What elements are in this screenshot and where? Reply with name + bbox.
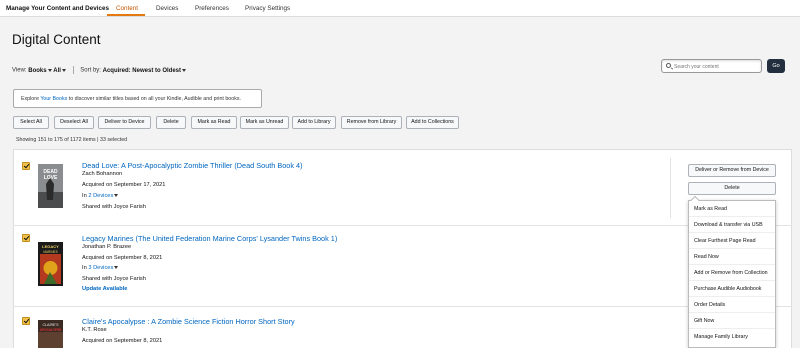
svg-text:APOCALYPSE: APOCALYPSE [40, 328, 62, 332]
menu-item-download-usb[interactable]: Download & transfer via USB [689, 217, 775, 233]
item-shared-with: Shared with Joyce Farish [82, 204, 146, 210]
search-box[interactable] [661, 59, 762, 73]
update-available-link[interactable]: Update Available [82, 286, 127, 292]
tab-devices[interactable]: Devices [156, 5, 178, 12]
item-devices: In 2 Devices [82, 193, 119, 199]
menu-item-clear-furthest-page[interactable]: Clear Furthest Page Read [689, 233, 775, 249]
view-value: Books [28, 67, 47, 74]
devices-link[interactable]: 2 Devices [88, 193, 119, 199]
devices-count: 2 Devices [88, 193, 114, 199]
caret-down-icon [47, 68, 52, 72]
caret-down-icon [182, 68, 186, 72]
item-author: K.T. Rose [82, 327, 107, 333]
item-checkbox[interactable] [22, 234, 30, 242]
item-title-link[interactable]: Claire's Apocalypse : A Zombie Science F… [82, 317, 295, 326]
svg-text:LEGACY: LEGACY [42, 244, 59, 249]
menu-item-manage-family-library[interactable]: Manage Family Library [689, 329, 775, 345]
filter-dropdown[interactable]: All [53, 68, 66, 74]
item-author: Jonathan P. Brazee [82, 244, 132, 250]
item-acquired-date: Acquired on September 8, 2021 [82, 338, 163, 344]
menu-item-order-details[interactable]: Order Details [689, 297, 775, 313]
brand-title: Manage Your Content and Devices [6, 5, 109, 12]
book-cover-image: CLAIRE'S APOCALYPSE [38, 320, 63, 348]
top-navigation: Manage Your Content and Devices Content … [0, 0, 800, 17]
more-actions-menu: Mark as Read Download & transfer via USB… [688, 195, 776, 348]
caret-down-icon [114, 266, 119, 269]
view-sort-row: View: Books All Sort by: Acquired: Newes… [12, 66, 186, 74]
item-delete-button[interactable]: Delete [688, 182, 776, 195]
svg-text:MARINES: MARINES [43, 250, 58, 254]
menu-item-purchase-audiobook[interactable]: Purchase Audible Audiobook [689, 281, 775, 297]
caret-down-icon [61, 68, 66, 72]
menu-item-add-remove-collection[interactable]: Add or Remove from Collection [689, 265, 775, 281]
your-books-link[interactable]: Your Books [40, 96, 67, 102]
tab-preferences[interactable]: Preferences [195, 5, 229, 12]
search-input[interactable] [674, 62, 759, 71]
mark-as-read-button[interactable]: Mark as Read [191, 116, 237, 129]
info-suffix: to discover similar titles based on all … [67, 96, 241, 102]
item-checkbox[interactable] [22, 317, 30, 325]
deliver-or-remove-button[interactable]: Deliver or Remove from Device [688, 164, 776, 177]
menu-item-read-now[interactable]: Read Now [689, 249, 775, 265]
devices-link[interactable]: 3 Devices [88, 265, 119, 271]
filter-value: All [53, 67, 61, 74]
view-dropdown[interactable]: Books [28, 67, 52, 74]
sort-label: Sort by: [80, 67, 101, 74]
sort-value: Acquired: Newest to Oldest [102, 67, 181, 74]
item-checkbox[interactable] [22, 162, 30, 170]
mark-as-unread-button[interactable]: Mark as Unread [240, 116, 289, 129]
svg-text:LOVE: LOVE [44, 175, 58, 181]
row-divider [13, 225, 792, 226]
page-title: Digital Content [12, 32, 101, 47]
go-button[interactable]: Go [767, 59, 785, 73]
item-acquired-date: Acquired on September 17, 2021 [82, 182, 166, 188]
item-devices: In 3 Devices [82, 265, 119, 271]
active-tab-indicator [107, 14, 145, 16]
column-divider [670, 158, 671, 218]
tab-content[interactable]: Content [116, 5, 138, 12]
caret-down-icon [114, 194, 119, 197]
svg-text:CLAIRE'S: CLAIRE'S [42, 323, 59, 327]
tab-privacy-settings[interactable]: Privacy Settings [245, 5, 290, 12]
devices-count: 3 Devices [88, 265, 114, 271]
search-icon [666, 63, 671, 68]
item-author: Zach Bohannon [82, 171, 123, 177]
item-title-link[interactable]: Legacy Marines (The United Federation Ma… [82, 234, 337, 243]
menu-item-mark-as-read[interactable]: Mark as Read [689, 201, 775, 217]
select-all-button[interactable]: Select All [13, 116, 49, 129]
sort-dropdown[interactable]: Acquired: Newest to Oldest [103, 68, 186, 74]
deselect-all-button[interactable]: Deselect All [54, 116, 94, 129]
info-banner: Explore Your Books to discover similar t… [13, 89, 262, 108]
item-shared-with: Shared with Joyce Farish [82, 276, 146, 282]
add-to-library-button[interactable]: Add to Library [292, 116, 336, 129]
view-label: View: [12, 67, 27, 74]
menu-item-gift-now[interactable]: Gift Now [689, 313, 775, 329]
item-acquired-date: Acquired on September 8, 2021 [82, 255, 163, 261]
deliver-to-device-button[interactable]: Deliver to Device [98, 116, 151, 129]
info-prefix: Explore [21, 96, 41, 102]
book-cover-image: DEAD LOVE [38, 164, 63, 208]
row-divider [13, 306, 792, 307]
item-title-link[interactable]: Dead Love: A Post-Apocalyptic Zombie Thr… [82, 161, 303, 170]
remove-from-library-button[interactable]: Remove from Library [341, 116, 402, 129]
book-cover-image: LEGACY MARINES [38, 242, 63, 286]
delete-button[interactable]: Delete [156, 116, 186, 129]
showing-count: Showing 151 to 175 of 1172 items | 33 se… [16, 137, 128, 143]
divider [72, 66, 74, 74]
add-to-collections-button[interactable]: Add to Collections [406, 116, 459, 129]
